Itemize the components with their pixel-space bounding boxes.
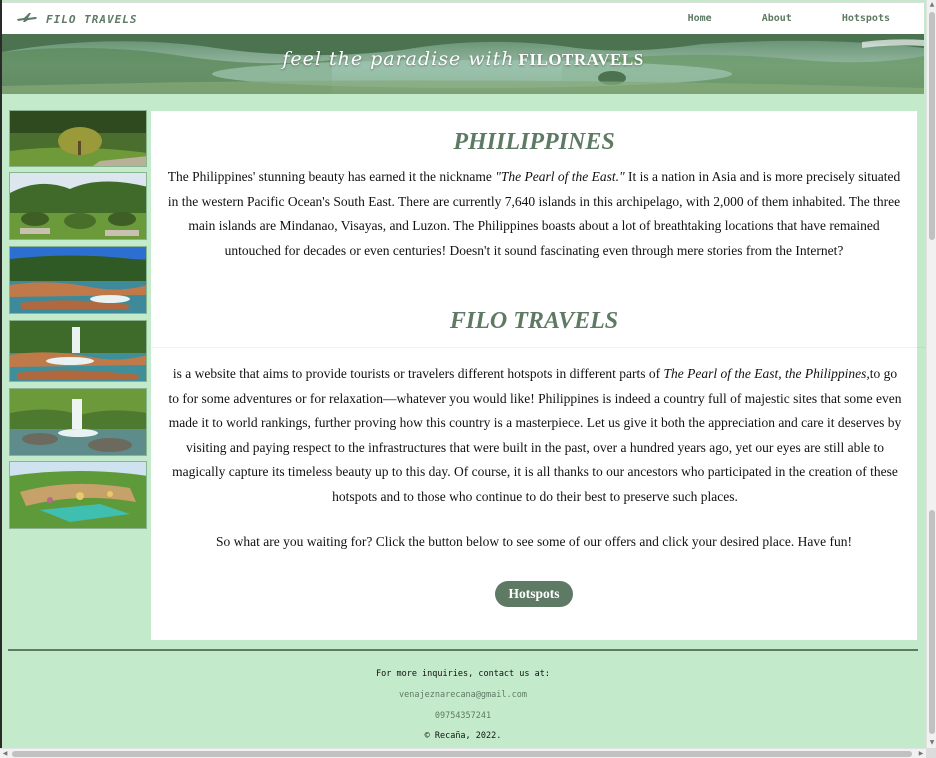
main-content-card: PHIILIPPINES The Philippines' stunning b… xyxy=(151,111,917,640)
nav-link-about[interactable]: About xyxy=(762,13,792,24)
scroll-up-arrow-icon[interactable]: ▲ xyxy=(927,0,936,10)
philippines-paragraph: The Philippines' stunning beauty has ear… xyxy=(165,165,903,263)
nav-links: Home About Hotspots xyxy=(688,13,890,24)
nav-link-hotspots[interactable]: Hotspots xyxy=(842,13,890,24)
hotspots-button[interactable]: Hotspots xyxy=(495,581,573,607)
vertical-scroll-thumb-lower[interactable] xyxy=(929,510,935,734)
gallery-photo-garden-tree[interactable] xyxy=(9,110,147,167)
heading-philippines: PHIILIPPINES xyxy=(453,129,615,155)
gallery-photo-bonsai-park[interactable] xyxy=(9,172,147,240)
gallery-photo-waterfall-forest[interactable] xyxy=(9,388,147,456)
vertical-scrollbar[interactable]: ▲ ▼ xyxy=(926,0,936,748)
call-to-action-text: So what are you waiting for? Click the b… xyxy=(216,534,852,549)
horizontal-scroll-thumb[interactable] xyxy=(12,751,912,757)
navbar: FILO TRAVELS Home About Hotspots xyxy=(2,2,924,34)
hero-banner: feel the paradise with FILOTRAVELS xyxy=(2,34,924,94)
window-edge xyxy=(0,0,2,748)
filo-travels-paragraph-rest: to go to for some adventures or for rela… xyxy=(168,366,902,504)
filo-travels-paragraph-start: is a website that aims to provide touris… xyxy=(172,366,664,381)
scroll-right-arrow-icon[interactable]: ▶ xyxy=(916,749,926,758)
philippines-paragraph-start: The Philippines' stunning beauty has ear… xyxy=(167,169,496,184)
pearl-of-the-east-phrase: The Pearl of the East, the Philippines, xyxy=(663,366,870,381)
footer-copyright: © Recaña, 2022. xyxy=(424,731,502,741)
vertical-scroll-thumb[interactable] xyxy=(929,12,935,240)
banner-tagline-brand: FILOTRAVELS xyxy=(518,50,644,69)
nav-link-home[interactable]: Home xyxy=(688,13,712,24)
banner-tagline-script: feel the paradise with xyxy=(282,48,515,70)
pearl-of-the-east-quote: "The Pearl of the East." xyxy=(495,169,625,184)
fold-line xyxy=(151,347,926,348)
gallery-photo-river-rocks[interactable] xyxy=(9,246,147,314)
banner-tagline: feel the paradise with FILOTRAVELS xyxy=(2,48,924,70)
footer-divider xyxy=(8,649,918,651)
footer-phone: 09754357241 xyxy=(434,711,492,721)
scrollbar-corner xyxy=(926,748,936,758)
brand[interactable]: FILO TRAVELS xyxy=(16,10,137,28)
footer-heading: For more inquiries, contact us at: xyxy=(376,669,550,679)
brand-name: FILO TRAVELS xyxy=(46,12,138,26)
scroll-left-arrow-icon[interactable]: ◀ xyxy=(0,749,10,758)
footer-email-link[interactable]: venajeznarecana@gmail.com xyxy=(0,690,926,700)
heading-filo-travels: FILO TRAVELS xyxy=(449,308,619,334)
scroll-down-arrow-icon[interactable]: ▼ xyxy=(927,738,936,748)
filo-travels-paragraph: is a website that aims to provide touris… xyxy=(167,362,903,509)
horizontal-scrollbar[interactable]: ◀ ▶ xyxy=(0,748,926,758)
plane-icon xyxy=(16,10,38,28)
gallery-photo-waterfall-pool[interactable] xyxy=(9,320,147,382)
gallery-photo-aerial-resort[interactable] xyxy=(9,461,147,529)
